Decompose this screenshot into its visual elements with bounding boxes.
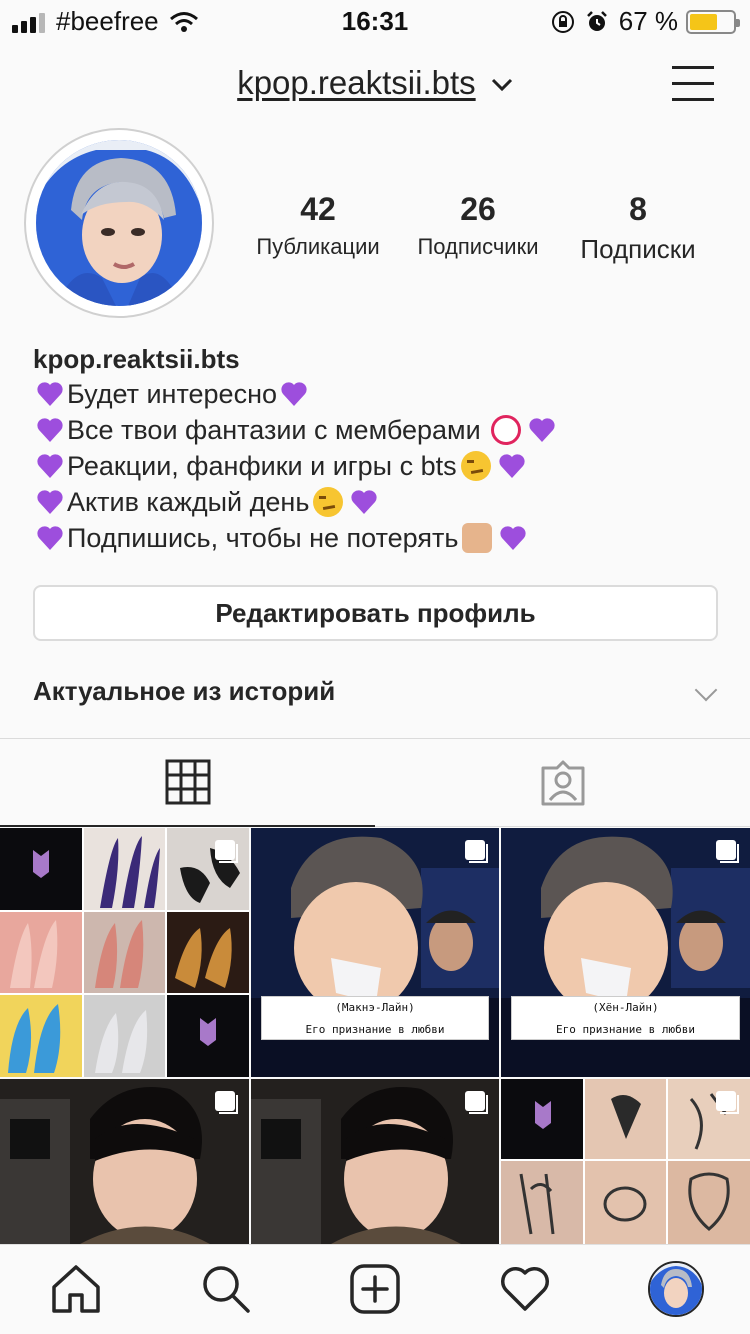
smirk-face-icon [313, 487, 344, 517]
bottom-tab-bar [0, 1244, 750, 1334]
instagram-profile-screen: #beefree 16:31 67 % kpop.reaktsii.bts 42… [0, 0, 750, 1334]
multiple-photos-icon [215, 1091, 238, 1114]
posts-label: Публикации [256, 234, 380, 259]
alarm-icon [586, 10, 607, 31]
hamburger-menu-icon[interactable] [672, 66, 714, 102]
account-switcher[interactable]: kpop.reaktsii.bts [0, 64, 750, 102]
home-icon[interactable] [50, 1263, 102, 1315]
followers-count: 26 [460, 191, 496, 227]
status-bar: #beefree 16:31 67 % [0, 0, 750, 40]
purple-heart-icon [37, 418, 63, 442]
bio-text: Реакции, фанфики и игры с bts [67, 451, 457, 481]
thumbs-up-icon [462, 523, 493, 553]
stat-following[interactable]: 8 Подписки [558, 190, 718, 270]
rotation-lock-icon [551, 10, 574, 33]
battery-fill [690, 13, 717, 30]
smirk-face-icon [460, 451, 491, 481]
profile-name: kpop.reaktsii.bts [33, 344, 240, 374]
bio-line: Будет интересно [33, 376, 733, 412]
chevron-down-icon [491, 79, 512, 92]
purple-heart-icon [37, 526, 63, 550]
avatar-image [650, 1263, 702, 1315]
profile-tab-avatar[interactable] [648, 1261, 704, 1317]
activity-heart-icon[interactable] [499, 1263, 551, 1315]
multiple-photos-icon [716, 840, 739, 863]
purple-heart-icon [500, 526, 527, 550]
bio-line: Все твои фантазии с мемберами [33, 412, 733, 448]
profile-header: kpop.reaktsii.bts [0, 58, 750, 114]
tab-grid[interactable] [0, 739, 375, 827]
edit-profile-button[interactable]: Редактировать профиль [33, 585, 718, 641]
post-image [0, 828, 249, 1077]
chevron-down-icon [694, 678, 718, 702]
caption-top: (Макнэ-Лайн) [335, 1001, 415, 1014]
multiple-photos-icon [716, 1091, 739, 1114]
purple-heart-icon [281, 382, 307, 406]
post-image [501, 1079, 750, 1244]
bio-text: Актив каждый день [67, 487, 310, 517]
post-image [0, 1079, 249, 1244]
header-username: kpop.reaktsii.bts [237, 64, 476, 101]
post-thumbnail[interactable] [501, 1079, 750, 1244]
posts-count: 42 [300, 191, 336, 227]
battery-icon [686, 9, 740, 34]
post-caption: (Хён-Лайн) Его признание в любви [511, 996, 740, 1040]
avatar-image [36, 140, 202, 306]
stat-followers[interactable]: 26 Подписчики [398, 190, 558, 270]
following-count: 8 [629, 191, 647, 227]
new-post-icon[interactable] [349, 1263, 401, 1315]
multiple-photos-icon [465, 1091, 488, 1114]
post-thumbnail[interactable] [0, 1079, 249, 1244]
purple-heart-icon [498, 454, 525, 478]
post-caption: (Макнэ-Лайн) Его признание в любви [261, 996, 489, 1040]
posts-grid: (Макнэ-Лайн) Его признание в любви (Хён-… [0, 828, 750, 1244]
caption-bottom: Его признание в любви [305, 1023, 445, 1036]
profile-tabs [0, 739, 750, 827]
purple-heart-icon [529, 418, 555, 442]
caption-top: (Хён-Лайн) [592, 1001, 659, 1014]
search-icon[interactable] [200, 1263, 252, 1315]
post-thumbnail[interactable] [251, 1079, 499, 1244]
multiple-photos-icon [215, 840, 238, 863]
bio-line: Реакции, фанфики и игры с bts [33, 448, 733, 484]
purple-heart-icon [37, 454, 63, 478]
bio-text: Будет интересно [67, 379, 278, 409]
following-label: Подписки [580, 234, 696, 264]
bio-text: Все твои фантазии с мемберами [67, 415, 481, 445]
post-thumbnail[interactable]: (Хён-Лайн) Его признание в любви [501, 828, 750, 1077]
tagged-person-icon [541, 760, 584, 805]
highlights-label: Актуальное из историй [33, 676, 336, 706]
profile-bio: kpop.reaktsii.bts Будет интересно Все тв… [33, 342, 733, 556]
purple-heart-icon [37, 382, 63, 406]
tab-tagged[interactable] [375, 739, 750, 827]
status-right: 67 % [551, 6, 740, 37]
purple-heart-icon [37, 490, 63, 514]
stat-posts[interactable]: 42 Публикации [238, 190, 398, 270]
no-under-18-icon [490, 415, 521, 445]
multiple-photos-icon [465, 840, 488, 863]
profile-avatar[interactable] [24, 128, 214, 318]
story-highlights-toggle[interactable]: Актуальное из историй [33, 676, 718, 716]
post-thumbnail[interactable] [0, 828, 249, 1077]
post-image [251, 1079, 499, 1244]
caption-bottom: Его признание в любви [555, 1023, 696, 1036]
bio-line: Подпишись, чтобы не потерять [33, 520, 733, 556]
bio-line: Актив каждый день [33, 484, 733, 520]
grid-icon [165, 759, 210, 805]
battery-percent: 67 % [618, 6, 678, 36]
followers-label: Подписчики [417, 234, 539, 259]
profile-stats: 42 Публикации 26 Подписчики 8 Подписки [238, 190, 718, 270]
purple-heart-icon [351, 490, 378, 514]
post-thumbnail[interactable]: (Макнэ-Лайн) Его признание в любви [251, 828, 499, 1077]
bio-text: Подпишись, чтобы не потерять [67, 523, 459, 553]
